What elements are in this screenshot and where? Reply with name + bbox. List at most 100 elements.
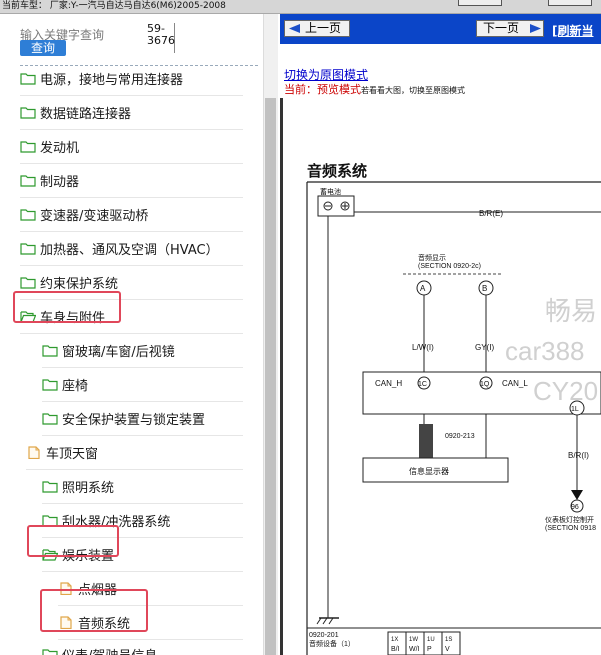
display-label: 音频显示 [418, 253, 446, 262]
top-toolbar-button[interactable] [458, 0, 502, 6]
left-tree-panel: 输入关键字查询 查询 59- 3676 电源，接地与常用连接器 数据链路连接器 发动… [0, 14, 263, 655]
current-hint: 若看看大图，切换至原图模式 [361, 86, 465, 95]
watermark-3: CY20 [533, 376, 598, 406]
folder-icon [42, 648, 58, 655]
current-mode-line: 当前：预览模式若看看大图，切换至原图模式 [284, 81, 465, 97]
tree-item-4[interactable]: 变速器/变速驱动桥 [20, 198, 148, 231]
pin-cell-bottom: B/I [391, 646, 400, 653]
search-result-count: 59- 3676 [147, 23, 175, 53]
tree-item-0[interactable]: 电源，接地与常用连接器 [20, 62, 183, 95]
wire-main-label: B/R(E) [479, 209, 503, 218]
pin-b-label: B [482, 284, 487, 293]
next-page-label: 下一页 [483, 21, 520, 35]
next-page-button[interactable]: 下一页 [476, 20, 544, 37]
arrow-down-icon [571, 490, 583, 500]
pin-1q-label: 1Q [480, 381, 490, 388]
folder-icon [42, 378, 58, 391]
highlight-box [13, 291, 121, 323]
folder-icon [42, 344, 58, 357]
current-mode: 预览模式 [317, 83, 361, 96]
page-nav-bar: 上一页 下一页 [刷新当 [280, 14, 601, 44]
refresh-link[interactable]: [刷新当 [552, 22, 594, 39]
highlight-box [27, 525, 119, 557]
wiring-diagram: 音频系统 蓄电池 B/R(E) 音频显示 (SECTION 0920-2c) A… [306, 162, 601, 655]
arrow-left-icon [289, 24, 300, 33]
battery-label: 蓄电池 [320, 187, 341, 196]
tree-item-1[interactable]: 数据链路连接器 [20, 96, 131, 129]
folder-icon [20, 140, 36, 153]
tree-item-label: 发动机 [40, 141, 80, 156]
pin-1c-label: 1C [418, 381, 427, 388]
wire-b-label: GY(I) [475, 343, 494, 352]
window-title: 当前车型： 厂家:Y-一汽马自达马自达6(M6)2005-2008 [2, 1, 226, 11]
panel-section: (SECTION 0918 [545, 525, 596, 532]
folder-icon [20, 174, 36, 187]
tree-item-label: 制动器 [40, 175, 80, 190]
tree-item-5[interactable]: 加热器、通风及空调（HVAC） [20, 232, 219, 265]
pin-row: 1X B/I 1W W/I 1U P 1S V [387, 631, 461, 655]
pin-cell-bottom: W/I [409, 646, 420, 653]
prev-page-label: 上一页 [305, 21, 342, 35]
current-label: 当前： [284, 83, 317, 96]
tree-item-label: 变速器/变速驱动桥 [40, 209, 149, 224]
folder-icon [20, 208, 36, 221]
pin-cell-top: 1X [391, 637, 398, 643]
pin-1l-label: 1L [571, 406, 579, 413]
panel-label: 仪表板灯控制开 [545, 515, 594, 524]
display-section: (SECTION 0920-2c) [418, 263, 481, 270]
search-button[interactable]: 查询 [20, 40, 66, 56]
left-scrollbar-thumb[interactable] [265, 98, 276, 655]
tree-item-label: 安全保护装置与锁定装置 [62, 413, 206, 428]
folder-icon [20, 242, 36, 255]
pin-cell-bottom: P [427, 646, 432, 653]
ground-hatch-3 [328, 617, 334, 625]
highlight-box [40, 589, 148, 632]
tree-item-8[interactable]: 窗玻璃/车窗/后视镜 [42, 334, 175, 367]
tree-item-label: 约束保护系统 [40, 277, 119, 292]
pin-cell-top: 1W [409, 637, 418, 643]
can-h-label: CAN_H [375, 379, 402, 388]
pin-cell-top: 1U [427, 637, 435, 643]
wire-a-label: L/W(I) [412, 343, 434, 352]
tree-item-label: 电源，接地与常用连接器 [40, 73, 184, 88]
folder-icon [20, 276, 36, 289]
connector-block [419, 424, 433, 458]
folder-icon [20, 106, 36, 119]
tree-item-9[interactable]: 座椅 [42, 368, 88, 401]
window-title-bar: 当前车型： 厂家:Y-一汽马自达马自达6(M6)2005-2008 [0, 0, 601, 14]
tree-item-17[interactable]: 仪表/驾驶员信息 [42, 638, 157, 655]
pin-cell-bottom: V [445, 646, 450, 653]
search-result-line2: 3676 [147, 34, 175, 47]
tree-item-label: 数据链路连接器 [40, 107, 132, 122]
tree-item-2[interactable]: 发动机 [20, 130, 79, 163]
ground-hatch-2 [322, 617, 328, 625]
document-icon [26, 446, 42, 460]
wiring-diagram-frame: 音频系统 蓄电池 B/R(E) 音频显示 (SECTION 0920-2c) A… [280, 98, 601, 655]
tree-item-label: 窗玻璃/车窗/后视镜 [62, 345, 175, 360]
tree-item-3[interactable]: 制动器 [20, 164, 79, 197]
watermark-1: 畅易 [545, 296, 597, 326]
folder-icon [42, 412, 58, 425]
wire-br-label: B/R(I) [568, 451, 589, 460]
footer-title: 音频设备（1） [309, 639, 355, 648]
can-l-label: CAN_L [502, 379, 528, 388]
tree-item-label: 加热器、通风及空调（HVAC） [40, 243, 219, 258]
folder-icon [42, 480, 58, 493]
pin-96-label: 96 [571, 504, 579, 511]
ground-hatch-1 [316, 617, 322, 625]
folder-icon [20, 72, 36, 85]
tree-item-label: 座椅 [62, 379, 89, 394]
top-toolbar-button-2[interactable] [548, 0, 592, 6]
arrow-right-icon [530, 24, 541, 33]
watermark-2: car388 [505, 336, 585, 366]
tree-item-label: 车顶天窗 [46, 447, 99, 462]
tree-item-11[interactable]: 车顶天窗 [26, 436, 98, 469]
prev-page-button[interactable]: 上一页 [284, 20, 350, 37]
tree-item-label: 照明系统 [62, 481, 115, 496]
tree-item-10[interactable]: 安全保护装置与锁定装置 [42, 402, 205, 435]
page-code: 0920-201 [309, 632, 339, 639]
tree-item-12[interactable]: 照明系统 [42, 470, 114, 503]
content-pane: 上一页 下一页 [刷新当 切换为原图模式 当前：预览模式若看看大图，切换至原图模… [280, 14, 601, 655]
pin-a-label: A [420, 284, 426, 293]
diagram-title: 音频系统 [307, 162, 367, 180]
